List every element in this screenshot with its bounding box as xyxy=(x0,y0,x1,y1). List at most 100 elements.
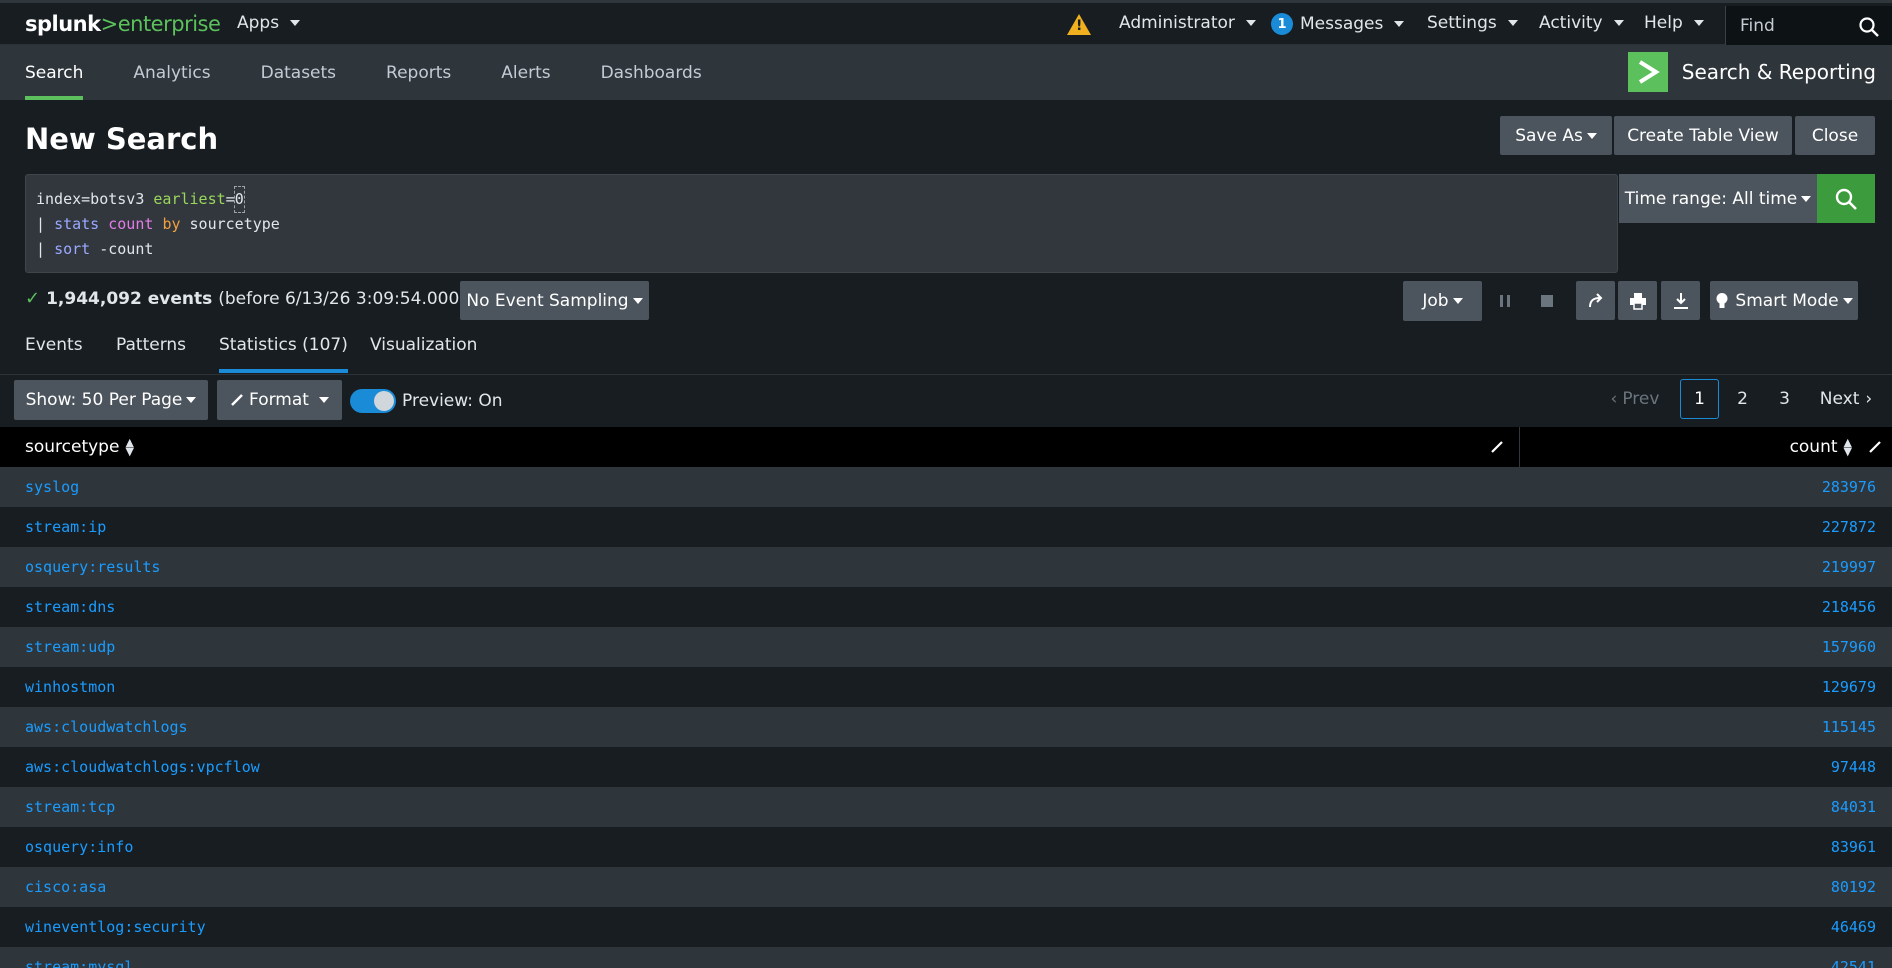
table-header: sourcetype ▲ ▼ count ▲ ▼ xyxy=(0,427,1892,467)
job-label: Job xyxy=(1422,291,1449,311)
tab-events[interactable]: Events xyxy=(25,335,83,373)
tab-patterns[interactable]: Patterns xyxy=(116,335,186,373)
warning-icon[interactable] xyxy=(1067,14,1091,35)
tab-analytics[interactable]: Analytics xyxy=(108,45,235,100)
count-cell[interactable]: 219997 xyxy=(1822,558,1876,576)
count-cell[interactable]: 80192 xyxy=(1831,878,1876,896)
messages-label: Messages xyxy=(1300,14,1384,34)
print-icon xyxy=(1629,292,1646,310)
count-cell[interactable]: 227872 xyxy=(1822,518,1876,536)
page-3-button[interactable]: 3 xyxy=(1765,379,1804,419)
sourcetype-cell[interactable]: osquery:results xyxy=(25,558,160,576)
administrator-menu[interactable]: Administrator xyxy=(1119,13,1256,33)
prev-label: Prev xyxy=(1622,389,1660,409)
format-dropdown[interactable]: Format xyxy=(217,380,342,420)
sourcetype-cell[interactable]: stream:dns xyxy=(25,598,115,616)
sourcetype-cell[interactable]: stream:mysql xyxy=(25,958,133,968)
save-as-button[interactable]: Save As xyxy=(1500,116,1612,155)
sourcetype-cell[interactable]: aws:cloudwatchlogs:vpcflow xyxy=(25,758,260,776)
find-input[interactable]: Find xyxy=(1725,6,1892,46)
search-icon[interactable] xyxy=(1858,16,1880,38)
count-cell[interactable]: 46469 xyxy=(1831,918,1876,936)
stop-icon[interactable] xyxy=(1535,289,1559,313)
sourcetype-cell[interactable]: stream:udp xyxy=(25,638,115,656)
query-token: earliest xyxy=(153,190,226,208)
pause-icon[interactable] xyxy=(1493,289,1517,313)
create-table-view-button[interactable]: Create Table View xyxy=(1614,116,1792,155)
print-button[interactable] xyxy=(1618,281,1657,320)
count-cell[interactable]: 283976 xyxy=(1822,478,1876,496)
query-token: by xyxy=(162,215,181,233)
logo-subtext: enterprise xyxy=(117,11,221,36)
count-cell[interactable]: 157960 xyxy=(1822,638,1876,656)
next-page-button[interactable]: Next › xyxy=(1816,379,1876,419)
next-label: Next xyxy=(1819,389,1860,409)
chevron-right-icon: › xyxy=(1865,389,1873,409)
page-1-button[interactable]: 1 xyxy=(1680,379,1719,419)
run-search-button[interactable] xyxy=(1817,174,1875,223)
activity-menu[interactable]: Activity xyxy=(1539,13,1624,33)
search-mode-dropdown[interactable]: Smart Mode xyxy=(1710,281,1858,320)
messages-menu[interactable]: 1 Messages xyxy=(1271,13,1405,35)
sourcetype-cell[interactable]: cisco:asa xyxy=(25,878,106,896)
query-token: index=botsv3 xyxy=(36,190,154,208)
sourcetype-cell[interactable]: aws:cloudwatchlogs xyxy=(25,718,188,736)
share-button[interactable] xyxy=(1576,281,1615,320)
help-menu[interactable]: Help xyxy=(1644,13,1704,33)
preview-toggle[interactable] xyxy=(350,389,396,413)
tab-label: Alerts xyxy=(501,62,551,83)
event-sampling-dropdown[interactable]: No Event Sampling xyxy=(460,281,649,320)
tab-statistics[interactable]: Statistics (107) xyxy=(219,335,348,373)
events-count: 1,944,092 events xyxy=(46,288,213,309)
sourcetype-cell[interactable]: stream:ip xyxy=(25,518,106,536)
tab-search[interactable]: Search xyxy=(0,45,108,100)
sourcetype-cell[interactable]: wineventlog:security xyxy=(25,918,206,936)
search-query-editor[interactable]: index=botsv3 earliest=0 | stats count by… xyxy=(25,174,1618,273)
query-token: 0 xyxy=(233,186,245,213)
settings-label: Settings xyxy=(1427,13,1497,33)
splunk-logo[interactable]: splunk>enterprise xyxy=(25,11,221,36)
per-page-dropdown[interactable]: Show: 50 Per Page xyxy=(14,380,208,420)
table-row: stream:dns 218456 xyxy=(0,587,1892,627)
find-placeholder: Find xyxy=(1740,16,1775,36)
job-menu[interactable]: Job xyxy=(1403,281,1482,321)
tab-dashboards[interactable]: Dashboards xyxy=(576,45,727,100)
count-cell[interactable]: 84031 xyxy=(1831,798,1876,816)
search-status: ✓ 1,944,092 events (before 6/13/26 3:09:… xyxy=(25,288,496,309)
app-name[interactable]: Search & Reporting xyxy=(1627,52,1876,92)
count-cell[interactable]: 115145 xyxy=(1822,718,1876,736)
column-header-sourcetype[interactable]: sourcetype ▲ ▼ xyxy=(25,427,134,467)
column-format-icon[interactable] xyxy=(1490,439,1504,459)
count-cell[interactable]: 129679 xyxy=(1822,678,1876,696)
tab-visualization[interactable]: Visualization xyxy=(370,335,477,373)
per-page-label: Show: 50 Per Page xyxy=(25,390,183,410)
close-button[interactable]: Close xyxy=(1795,116,1875,155)
time-range-picker[interactable]: Time range: All time xyxy=(1619,174,1817,223)
sourcetype-cell[interactable]: syslog xyxy=(25,478,79,496)
prev-page-button[interactable]: ‹ Prev xyxy=(1605,379,1665,419)
column-format-icon[interactable] xyxy=(1868,439,1882,459)
sourcetype-cell[interactable]: osquery:info xyxy=(25,838,133,856)
share-arrow-icon xyxy=(1588,292,1602,307)
table-row: stream:tcp 84031 xyxy=(0,787,1892,827)
sourcetype-cell[interactable]: winhostmon xyxy=(25,678,115,696)
count-cell[interactable]: 97448 xyxy=(1831,758,1876,776)
caret-down-icon xyxy=(1613,20,1624,26)
caret-down-icon xyxy=(186,397,197,403)
column-header-count[interactable]: count ▲ ▼ xyxy=(1790,427,1852,467)
page-2-button[interactable]: 2 xyxy=(1723,379,1762,419)
mode-label: Smart Mode xyxy=(1735,290,1839,311)
sourcetype-cell[interactable]: stream:tcp xyxy=(25,798,115,816)
query-line-3: | sort -count xyxy=(36,237,1607,262)
apps-menu[interactable]: Apps xyxy=(237,13,301,33)
tab-alerts[interactable]: Alerts xyxy=(476,45,575,100)
settings-menu[interactable]: Settings xyxy=(1427,13,1518,33)
tab-datasets[interactable]: Datasets xyxy=(236,45,361,100)
export-button[interactable] xyxy=(1661,281,1700,320)
count-cell[interactable]: 42541 xyxy=(1831,958,1876,968)
tab-reports[interactable]: Reports xyxy=(361,45,476,100)
query-token: count xyxy=(108,215,154,233)
count-cell[interactable]: 83961 xyxy=(1831,838,1876,856)
count-cell[interactable]: 218456 xyxy=(1822,598,1876,616)
table-row: stream:udp 157960 xyxy=(0,627,1892,667)
